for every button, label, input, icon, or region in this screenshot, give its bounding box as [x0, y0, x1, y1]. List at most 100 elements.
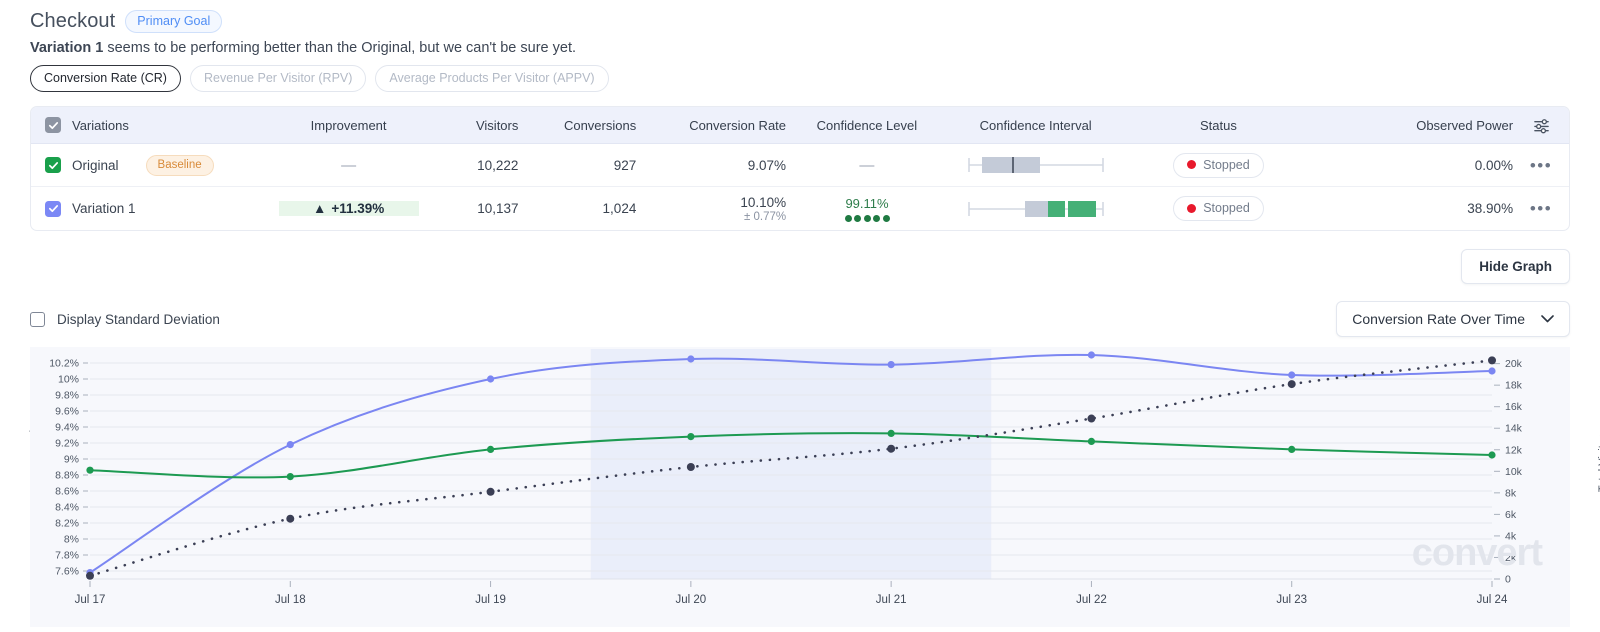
tab-average-products-per-visitor[interactable]: Average Products Per Visitor (APPV)	[375, 65, 609, 92]
conversion-rate-cell: 9.07%	[636, 158, 786, 173]
svg-text:Jul 17: Jul 17	[75, 594, 106, 606]
header-observed-power: Observed Power	[1416, 117, 1514, 133]
svg-text:12k: 12k	[1505, 444, 1523, 456]
variations-table: Variations Improvement Visitors Conversi…	[30, 106, 1570, 231]
conversion-rate-cell: 10.10% ± 0.77%	[636, 195, 786, 223]
svg-text:8.4%: 8.4%	[55, 502, 79, 514]
svg-text:Jul 20: Jul 20	[676, 594, 707, 606]
improvement-cell: ▲ +11.39%	[278, 201, 419, 216]
metric-tabs: Conversion Rate (CR) Revenue Per Visitor…	[30, 65, 1570, 92]
header-variations-label: Variations	[72, 117, 129, 133]
improvement-value: +11.39%	[331, 201, 385, 216]
table-settings-button[interactable]	[1513, 117, 1569, 134]
hide-graph-row: Hide Graph	[30, 249, 1570, 284]
chevron-down-icon	[1541, 315, 1554, 323]
header-conversion-rate: Conversion Rate	[689, 117, 787, 133]
result-summary: Variation 1 seems to be performing bette…	[30, 40, 1570, 56]
kebab-icon: •••	[1529, 199, 1553, 218]
observed-power-value: 38.90%	[1467, 201, 1514, 216]
svg-text:8.8%: 8.8%	[55, 470, 79, 482]
goal-header: Checkout Primary Goal	[30, 0, 1570, 33]
conversion-rate-margin: ± 0.77%	[744, 210, 787, 223]
svg-text:Jul 23: Jul 23	[1276, 594, 1307, 606]
visitors-value: 10,222	[477, 157, 519, 173]
header-confidence-interval: Confidence Interval	[979, 117, 1092, 133]
svg-text:7.8%: 7.8%	[55, 550, 79, 562]
conversion-rate-chart: Conversion Rate, % Total Visitors 7.6%7.…	[28, 347, 1600, 627]
header-variations: Variations	[31, 117, 279, 133]
status-dot-icon	[1187, 203, 1197, 213]
svg-text:8.2%: 8.2%	[55, 518, 79, 530]
svg-text:7.6%: 7.6%	[55, 566, 79, 578]
row-checkbox-original[interactable]	[45, 157, 61, 173]
svg-text:Jul 24: Jul 24	[1477, 594, 1508, 606]
status-dot-icon	[1187, 160, 1197, 169]
svg-text:9%: 9%	[64, 454, 79, 466]
chart-controls: Display Standard Deviation Conversion Ra…	[30, 301, 1570, 337]
svg-text:20k: 20k	[1505, 358, 1523, 370]
improvement-value: —	[341, 156, 357, 174]
standard-deviation-checkbox[interactable]	[30, 311, 45, 327]
header-visitors: Visitors	[475, 117, 519, 133]
row-variation-original: Original Baseline	[31, 154, 279, 176]
visitors-value: 10,137	[477, 201, 519, 216]
svg-text:8.6%: 8.6%	[55, 486, 79, 498]
svg-text:0: 0	[1505, 574, 1511, 586]
status-label: Stopped	[1203, 201, 1250, 215]
page-title: Checkout	[30, 10, 116, 32]
primary-goal-badge: Primary Goal	[125, 10, 223, 33]
summary-variation-name: Variation 1	[30, 40, 104, 56]
conversion-rate-value: 10.10%	[740, 194, 787, 210]
svg-text:Jul 18: Jul 18	[275, 594, 306, 606]
confidence-interval-boxplot	[967, 200, 1104, 217]
svg-text:9.4%: 9.4%	[55, 422, 79, 434]
conversion-rate-value: 9.07%	[747, 157, 787, 173]
svg-text:Jul 22: Jul 22	[1076, 594, 1107, 606]
svg-text:Jul 21: Jul 21	[876, 594, 907, 606]
conversions-value: 1,024	[602, 201, 637, 216]
svg-text:10.2%: 10.2%	[49, 358, 79, 370]
status-badge[interactable]: Stopped	[1173, 196, 1264, 221]
improvement-highlight: ▲ +11.39%	[278, 201, 419, 216]
confidence-interval-cell	[948, 151, 1124, 179]
improvement-value-wrap: ▲ +11.39%	[313, 201, 384, 216]
status-label: Stopped	[1203, 157, 1250, 172]
variation-name: Original	[72, 157, 119, 173]
row-variation-1: Variation 1	[31, 200, 279, 217]
header-improvement: Improvement	[310, 117, 387, 133]
table-row: Original Baseline — 10,222 927 9.07% — S…	[31, 144, 1569, 187]
svg-text:8%: 8%	[64, 534, 79, 546]
kebab-icon: •••	[1529, 155, 1553, 175]
table-row: Variation 1 ▲ +11.39% 10,137 1,024 10.10…	[31, 187, 1569, 230]
tab-conversion-rate[interactable]: Conversion Rate (CR)	[30, 65, 181, 92]
display-standard-deviation-toggle[interactable]: Display Standard Deviation	[30, 311, 220, 327]
svg-text:Jul 19: Jul 19	[475, 594, 506, 606]
row-menu-button[interactable]: •••	[1513, 200, 1569, 217]
header-confidence-level: Confidence Level	[816, 117, 918, 133]
confidence-interval-boxplot	[967, 157, 1104, 173]
svg-text:9.8%: 9.8%	[55, 390, 79, 402]
confidence-dots	[844, 214, 890, 222]
conversions-value: 927	[613, 157, 637, 173]
confidence-level-value: —	[859, 156, 875, 174]
chart-metric-select[interactable]: Conversion Rate Over Time	[1336, 301, 1570, 337]
table-header-row: Variations Improvement Visitors Conversi…	[31, 107, 1569, 144]
hide-graph-button[interactable]: Hide Graph	[1461, 249, 1570, 284]
svg-text:18k: 18k	[1505, 380, 1523, 392]
experiment-results-page: Checkout Primary Goal Variation 1 seems …	[0, 0, 1600, 632]
row-menu-button[interactable]: •••	[1513, 157, 1569, 174]
observed-power-value: 0.00%	[1474, 157, 1514, 173]
baseline-badge: Baseline	[145, 154, 214, 176]
status-cell: Stopped	[1124, 196, 1314, 221]
tab-revenue-per-visitor[interactable]: Revenue Per Visitor (RPV)	[189, 65, 367, 92]
row-checkbox-variation-1[interactable]	[45, 200, 61, 217]
convert-watermark: convert	[1411, 532, 1543, 574]
chart-metric-value: Conversion Rate Over Time	[1352, 311, 1525, 327]
variation-name: Variation 1	[72, 201, 136, 216]
status-badge[interactable]: Stopped	[1173, 152, 1264, 178]
svg-text:6k: 6k	[1505, 509, 1517, 521]
chart-canvas[interactable]: 7.6% 7.8% 8% 8.2% 8.4% 8.6% 8.8% 9% 9.2% 9.4% 9.6%…	[30, 347, 1570, 627]
select-all-checkbox[interactable]	[45, 117, 61, 133]
confidence-level-cell: —	[786, 157, 948, 174]
svg-text:14k: 14k	[1505, 423, 1523, 435]
